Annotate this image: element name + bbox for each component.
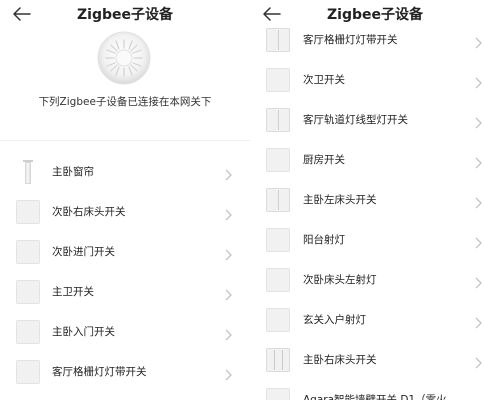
chevron-right-icon xyxy=(474,114,482,129)
device-row[interactable]: 玄关入户射灯 xyxy=(250,300,500,340)
device-row[interactable]: 主卧左床头开关 xyxy=(250,180,500,220)
device-row[interactable]: 客厅轨道灯线型灯开关 xyxy=(250,100,500,140)
hub-area xyxy=(0,26,250,86)
device-list: 客厅格栅灯灯带开关 次卫开关 客厅轨道灯线型灯开关 厨房开关 主卧左床头开关 阳… xyxy=(250,20,500,400)
chevron-right-icon xyxy=(474,354,482,369)
device-label: 次卧进门开关 xyxy=(52,246,115,258)
device-row[interactable]: 次卧右床头开关 xyxy=(0,192,250,232)
device-row[interactable]: 主卧入门开关 xyxy=(0,312,250,352)
gateway-hub-icon xyxy=(96,30,152,86)
device-label: 次卧右床头开关 xyxy=(52,206,126,218)
device-list: 主卧窗帘 次卧右床头开关 次卧进门开关 主卫开关 主卧入门开关 客厅格栅灯灯带开… xyxy=(0,152,250,392)
device-row[interactable]: 次卧进门开关 xyxy=(0,232,250,272)
device-label: 次卧床头左射灯 xyxy=(303,274,377,286)
wall-switch-icon xyxy=(16,320,40,344)
wall-switch-icon xyxy=(266,68,290,92)
wall-switch-icon xyxy=(16,280,40,304)
chevron-right-icon xyxy=(474,274,482,289)
device-label: 玄关入户射灯 xyxy=(303,314,366,326)
wall-switch-icon xyxy=(16,200,40,224)
chevron-right-icon xyxy=(224,326,232,341)
chevron-right-icon xyxy=(474,194,482,209)
device-row[interactable]: 阳台射灯 xyxy=(250,220,500,260)
device-label: 主卧窗帘 xyxy=(52,166,94,178)
wall-switch-icon xyxy=(16,240,40,264)
divider xyxy=(0,140,250,141)
wall-switch-icon xyxy=(266,388,290,400)
wall-switch-icon xyxy=(266,228,290,252)
device-row[interactable]: 主卧右床头开关 xyxy=(250,340,500,380)
device-label: 客厅格栅灯灯带开关 xyxy=(303,34,398,46)
right-screen: Zigbee子设备 客厅格栅灯灯带开关 次卫开关 客厅轨道灯线型灯开关 厨房开关 xyxy=(250,0,500,400)
back-arrow-icon[interactable] xyxy=(10,4,34,24)
device-row[interactable]: 主卫开关 xyxy=(0,272,250,312)
wall-switch-icon xyxy=(266,268,290,292)
chevron-right-icon xyxy=(474,34,482,49)
curtain-icon xyxy=(16,160,40,184)
chevron-right-icon xyxy=(474,234,482,249)
device-row[interactable]: Agara智能墙壁开关 D1（零火 xyxy=(250,380,500,400)
chevron-right-icon xyxy=(224,166,232,181)
device-label: 阳台射灯 xyxy=(303,234,345,246)
chevron-right-icon xyxy=(474,74,482,89)
device-row[interactable]: 次卧床头左射灯 xyxy=(250,260,500,300)
chevron-right-icon xyxy=(224,366,232,381)
device-row[interactable]: 厨房开关 xyxy=(250,140,500,180)
wall-switch-icon xyxy=(266,28,290,52)
device-label: 次卫开关 xyxy=(303,74,345,86)
hub-caption: 下列Zigbee子设备已连接在本网关下 xyxy=(38,96,212,108)
wall-switch-icon xyxy=(266,188,290,212)
chevron-right-icon xyxy=(224,206,232,221)
chevron-right-icon xyxy=(474,314,482,329)
device-label: 主卧入门开关 xyxy=(52,326,115,338)
screens: Zigbee子设备 下列Zigbee子设备已连接在本网关下 主卧窗帘 次卧右床头… xyxy=(0,0,500,400)
chevron-right-icon xyxy=(474,154,482,169)
device-row[interactable]: 客厅格栅灯灯带开关 xyxy=(250,20,500,60)
wall-switch-icon xyxy=(266,308,290,332)
device-row[interactable]: 次卫开关 xyxy=(250,60,500,100)
device-label: 客厅格栅灯灯带开关 xyxy=(52,366,147,378)
device-label: 主卫开关 xyxy=(52,286,94,298)
device-label: 主卧右床头开关 xyxy=(303,354,377,366)
device-row[interactable]: 客厅格栅灯灯带开关 xyxy=(0,352,250,392)
device-label: 主卧左床头开关 xyxy=(303,194,377,206)
device-label: 厨房开关 xyxy=(303,154,345,166)
triple-switch-icon xyxy=(266,348,290,372)
chevron-right-icon xyxy=(224,246,232,261)
left-screen: Zigbee子设备 下列Zigbee子设备已连接在本网关下 主卧窗帘 次卧右床头… xyxy=(0,0,250,400)
device-label: Agara智能墙壁开关 D1（零火 xyxy=(303,394,447,400)
wall-switch-icon xyxy=(266,148,290,172)
left-header: Zigbee子设备 xyxy=(0,0,250,28)
chevron-right-icon xyxy=(224,286,232,301)
device-label: 客厅轨道灯线型灯开关 xyxy=(303,114,408,126)
device-row[interactable]: 主卧窗帘 xyxy=(0,152,250,192)
wall-switch-icon xyxy=(16,360,40,384)
wall-switch-icon xyxy=(266,108,290,132)
page-title: Zigbee子设备 xyxy=(77,7,173,23)
